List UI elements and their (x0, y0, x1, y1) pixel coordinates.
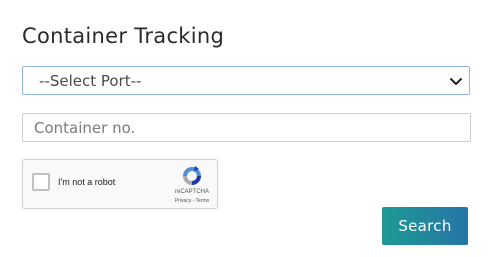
search-button[interactable]: Search (382, 207, 468, 245)
recaptcha-logo-icon (183, 166, 201, 185)
recaptcha-widget: I'm not a robot reCAPTCHA Privacy - Term… (22, 159, 218, 209)
port-select[interactable]: --Select Port-- (22, 66, 470, 95)
chevron-down-icon (450, 78, 462, 85)
recaptcha-checkbox[interactable] (32, 173, 50, 191)
port-select-value: --Select Port-- (39, 71, 142, 90)
recaptcha-label: I'm not a robot (58, 177, 116, 187)
recaptcha-brand: reCAPTCHA (174, 189, 209, 195)
container-number-input[interactable]: Container no. (22, 113, 471, 142)
page-title: Container Tracking (22, 24, 225, 48)
container-number-placeholder: Container no. (34, 118, 136, 137)
recaptcha-privacy-terms[interactable]: Privacy - Terms (170, 198, 214, 204)
